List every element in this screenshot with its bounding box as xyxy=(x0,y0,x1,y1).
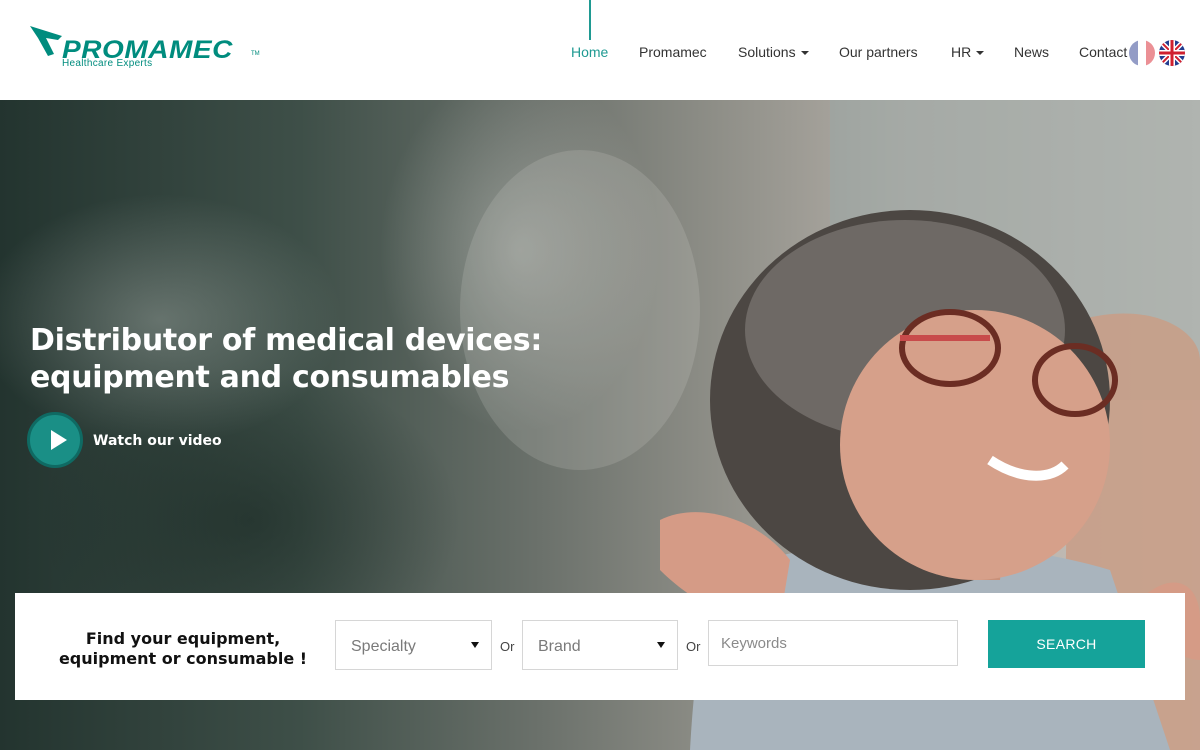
search-panel: Find your equipment, equipment or consum… xyxy=(15,593,1185,700)
keywords-input[interactable] xyxy=(708,620,958,666)
nav-hr[interactable]: HR xyxy=(951,44,985,60)
specialty-select-value: Specialty xyxy=(351,638,416,655)
specialty-select[interactable]: Specialty xyxy=(335,620,492,670)
search-heading-line1: Find your equipment, xyxy=(85,629,281,648)
brand-select[interactable]: Brand xyxy=(522,620,678,670)
france-flag-icon[interactable] xyxy=(1129,40,1155,66)
chevron-down-icon xyxy=(800,51,809,56)
or-separator: Or xyxy=(686,639,701,654)
hero-title-line1: Distributor of medical devices: xyxy=(30,323,543,358)
hero-title: Distributor of medical devices: equipmen… xyxy=(30,322,542,396)
search-button[interactable]: SEARCH xyxy=(988,620,1145,668)
search-heading-line2: equipment or consumable ! xyxy=(58,649,308,668)
site-header: PROMAMEC TM Healthcare Experts Home Prom… xyxy=(0,0,1200,100)
watch-video-link[interactable]: Watch our video xyxy=(93,433,222,449)
brand-select-value: Brand xyxy=(538,638,581,655)
nav-contact[interactable]: Contact xyxy=(1079,44,1127,60)
main-nav: Home Promamec Solutions Our partners HR … xyxy=(0,0,1200,100)
nav-news[interactable]: News xyxy=(1014,44,1049,60)
caret-down-icon xyxy=(657,642,665,648)
nav-our-partners[interactable]: Our partners xyxy=(839,44,918,60)
caret-down-icon xyxy=(471,642,479,648)
chevron-down-icon xyxy=(976,51,985,56)
active-nav-indicator xyxy=(589,0,591,40)
nav-promamec[interactable]: Promamec xyxy=(639,44,707,60)
play-icon xyxy=(51,430,67,450)
nav-hr-label: HR xyxy=(951,44,972,60)
play-video-button[interactable] xyxy=(27,412,83,468)
nav-solutions-label: Solutions xyxy=(738,44,796,60)
hero-title-line2: equipment and consumables xyxy=(30,360,510,395)
nav-home[interactable]: Home xyxy=(571,44,608,60)
or-separator: Or xyxy=(500,639,515,654)
search-heading: Find your equipment, equipment or consum… xyxy=(53,629,313,669)
nav-solutions[interactable]: Solutions xyxy=(738,44,809,60)
uk-flag-icon[interactable] xyxy=(1159,40,1185,66)
